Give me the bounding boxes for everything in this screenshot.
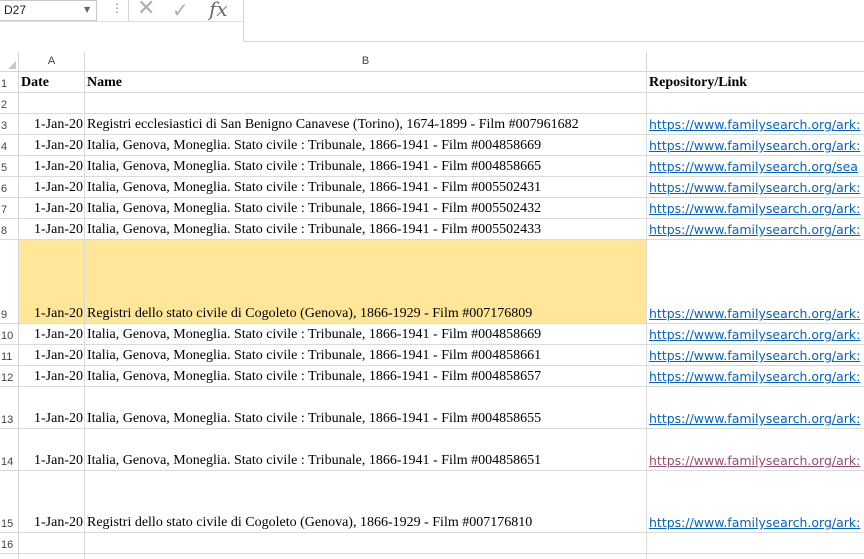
date-cell[interactable]: 1-Jan-20 [19, 158, 83, 175]
date-cell[interactable]: 1-Jan-20 [19, 452, 83, 469]
name-cell[interactable]: Registri ecclesiastici di San Benigno Ca… [87, 116, 579, 133]
link-cell[interactable]: https://www.familysearch.org/ark: [649, 326, 864, 343]
link-cell[interactable]: https://www.familysearch.org/ark: [649, 116, 864, 133]
table-row: 2 [0, 93, 864, 114]
table-header-row: 1 Date Name Repository/Link [0, 72, 864, 93]
name-cell[interactable]: Registri dello stato civile di Cogoleto … [87, 305, 532, 322]
link-cell[interactable]: https://www.familysearch.org/ark: [649, 221, 864, 238]
row-number[interactable]: 7 [0, 202, 18, 218]
name-cell[interactable]: Italia, Genova, Moneglia. Stato civile :… [87, 179, 541, 196]
more-options-icon[interactable]: ⋮ [111, 1, 123, 15]
link-cell[interactable]: https://www.familysearch.org/ark: [649, 452, 864, 469]
link-cell[interactable]: https://www.familysearch.org/ark: [649, 137, 864, 154]
table-row: 4 1-Jan-20 Italia, Genova, Moneglia. Sta… [0, 135, 864, 156]
formula-bar-spacer [0, 21, 243, 43]
name-cell[interactable]: Italia, Genova, Moneglia. Stato civile :… [87, 452, 541, 469]
row-number[interactable]: 4 [0, 139, 18, 155]
date-cell[interactable]: 1-Jan-20 [19, 514, 83, 531]
date-cell[interactable]: 1-Jan-20 [19, 347, 83, 364]
table-row: 14 1-Jan-20 Italia, Genova, Moneglia. St… [0, 429, 864, 471]
name-cell[interactable]: Italia, Genova, Moneglia. Stato civile :… [87, 221, 541, 238]
name-cell[interactable]: Italia, Genova, Moneglia. Stato civile :… [87, 368, 541, 385]
cancel-icon[interactable]: ✕ [137, 0, 155, 21]
row-number[interactable]: 2 [0, 97, 18, 113]
column-divider [646, 72, 647, 559]
column-header-b[interactable]: B [85, 52, 647, 72]
table-row: 16 [0, 533, 864, 554]
select-all-button[interactable] [0, 52, 19, 72]
name-cell[interactable]: Registri dello stato civile di Cogoleto … [87, 514, 532, 531]
row-number[interactable]: 12 [0, 370, 18, 386]
insert-function-icon[interactable]: fx [209, 0, 228, 21]
row-number[interactable]: 8 [0, 223, 18, 239]
row-number[interactable]: 11 [0, 349, 18, 365]
table-row: 12 1-Jan-20 Italia, Genova, Moneglia. St… [0, 366, 864, 387]
date-cell[interactable]: 1-Jan-20 [19, 368, 83, 385]
name-cell[interactable]: Italia, Genova, Moneglia. Stato civile :… [87, 347, 541, 364]
formula-input[interactable] [243, 0, 864, 41]
formula-bar: D27 ▼ ⋮ ✕ ✓ fx [0, 0, 864, 43]
table-row: 10 1-Jan-20 Italia, Genova, Moneglia. St… [0, 324, 864, 345]
column-header-a[interactable]: A [19, 52, 85, 72]
table-row-highlighted: 9 1-Jan-20 Registri dello stato civile d… [0, 240, 864, 324]
name-cell[interactable]: Italia, Genova, Moneglia. Stato civile :… [87, 200, 541, 217]
table-row: 6 1-Jan-20 Italia, Genova, Moneglia. Sta… [0, 177, 864, 198]
table-row: 3 1-Jan-20 Registri ecclesiastici di San… [0, 114, 864, 135]
link-cell[interactable]: https://www.familysearch.org/sea [649, 158, 864, 175]
row-number[interactable]: 6 [0, 181, 18, 197]
name-cell[interactable]: Italia, Genova, Moneglia. Stato civile :… [87, 158, 541, 175]
row-number[interactable]: 9 [0, 307, 18, 323]
divider [243, 41, 864, 42]
row-header-divider [18, 52, 19, 559]
name-box[interactable]: D27 ▼ [0, 0, 97, 21]
header-link[interactable]: Repository/Link [649, 74, 864, 91]
date-cell[interactable]: 1-Jan-20 [19, 179, 83, 196]
header-name[interactable]: Name [87, 74, 122, 91]
date-cell[interactable]: 1-Jan-20 [19, 305, 83, 322]
chevron-down-icon[interactable]: ▼ [84, 5, 90, 14]
column-header-c[interactable] [647, 52, 864, 72]
date-cell[interactable]: 1-Jan-20 [19, 200, 83, 217]
row-number[interactable]: 10 [0, 328, 18, 344]
select-all-icon [8, 61, 16, 69]
date-cell[interactable]: 1-Jan-20 [19, 221, 83, 238]
link-cell[interactable]: https://www.familysearch.org/ark: [649, 347, 864, 364]
link-cell[interactable]: https://www.familysearch.org/ark: [649, 368, 864, 385]
column-divider [84, 72, 85, 559]
table-row: 7 1-Jan-20 Italia, Genova, Moneglia. Sta… [0, 198, 864, 219]
table-row: 11 1-Jan-20 Italia, Genova, Moneglia. St… [0, 345, 864, 366]
header-date[interactable]: Date [21, 74, 85, 91]
table-row: 13 1-Jan-20 Italia, Genova, Moneglia. St… [0, 387, 864, 429]
date-cell[interactable]: 1-Jan-20 [19, 137, 83, 154]
link-cell[interactable]: https://www.familysearch.org/ark: [649, 410, 864, 427]
row-number[interactable]: 15 [0, 516, 18, 532]
spreadsheet-grid: A B 1 Date Name Repository/Link 2 3 1-Ja… [0, 52, 864, 559]
row-number[interactable]: 1 [0, 76, 18, 92]
name-cell[interactable]: Italia, Genova, Moneglia. Stato civile :… [87, 326, 541, 343]
table-row: 8 1-Jan-20 Italia, Genova, Moneglia. Sta… [0, 219, 864, 240]
divider [128, 0, 129, 21]
name-cell[interactable]: Italia, Genova, Moneglia. Stato civile :… [87, 410, 541, 427]
row-number[interactable]: 5 [0, 160, 18, 176]
date-cell[interactable]: 1-Jan-20 [19, 326, 83, 343]
date-cell[interactable]: 1-Jan-20 [19, 116, 83, 133]
enter-icon[interactable]: ✓ [172, 0, 189, 22]
name-cell[interactable]: Italia, Genova, Moneglia. Stato civile :… [87, 137, 541, 154]
row-number[interactable]: 16 [0, 537, 18, 553]
row-number[interactable]: 3 [0, 118, 18, 134]
date-cell[interactable]: 1-Jan-20 [19, 410, 83, 427]
row-number[interactable]: 13 [0, 412, 18, 428]
link-cell[interactable]: https://www.familysearch.org/ark: [649, 305, 864, 322]
table-row: 15 1-Jan-20 Registri dello stato civile … [0, 471, 864, 533]
name-box-value: D27 [4, 3, 27, 17]
link-cell[interactable]: https://www.familysearch.org/ark: [649, 200, 864, 217]
link-cell[interactable]: https://www.familysearch.org/ark: [649, 514, 864, 531]
table-row: 5 1-Jan-20 Italia, Genova, Moneglia. Sta… [0, 156, 864, 177]
row-number[interactable]: 14 [0, 454, 18, 470]
link-cell[interactable]: https://www.familysearch.org/ark: [649, 179, 864, 196]
